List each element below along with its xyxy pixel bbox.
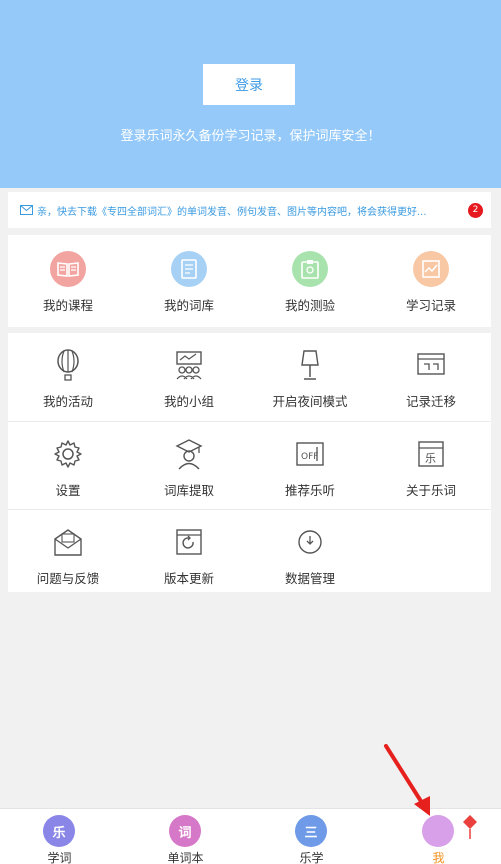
menu-label: 数据管理	[284, 571, 335, 586]
notice-text: 亲，快去下载《专四全部词汇》的单词发音、例句发音、图片等内容吧，将会获得更好..…	[37, 206, 427, 218]
menu-version-update[interactable]: 版本更新	[129, 510, 249, 598]
menu-label: 我的课程	[42, 298, 93, 313]
balloon-icon	[50, 347, 86, 383]
migrate-icon	[413, 347, 449, 383]
menu-label: 开启夜间模式	[272, 394, 348, 409]
svg-text:OFF: OFF	[301, 452, 318, 462]
menu-study-record[interactable]: 学习记录	[371, 237, 491, 325]
menu-feedback[interactable]: 问题与反馈	[8, 510, 128, 598]
feedback-mail-icon	[50, 524, 86, 560]
menu-my-activity[interactable]: 我的活动	[8, 333, 128, 421]
login-tip: 登录乐词永久备份学习记录，保护词库安全！	[120, 129, 381, 144]
book-icon	[50, 251, 86, 287]
menu-label: 版本更新	[163, 571, 214, 586]
update-icon	[171, 524, 207, 560]
gear-icon	[50, 436, 86, 472]
menu-label: 记录迁移	[405, 394, 456, 409]
tab-learn-words[interactable]: 乐 学词	[0, 809, 122, 864]
menu-my-courses[interactable]: 我的课程	[8, 237, 128, 325]
menu-label: 词库提取	[163, 483, 214, 498]
radio-icon: OFF	[292, 436, 328, 472]
learn-icon: 乐	[43, 815, 75, 847]
quiz-icon	[292, 251, 328, 287]
tab-label: 我	[432, 851, 445, 864]
graduate-icon	[171, 436, 207, 472]
menu-about[interactable]: 乐 关于乐词	[371, 422, 491, 510]
notice-bar[interactable]: 亲，快去下载《专四全部词汇》的单词发音、例句发音、图片等内容吧，将会获得更好..…	[8, 192, 491, 228]
menu-settings[interactable]: 设置	[8, 422, 128, 510]
menu-my-quiz[interactable]: 我的测验	[250, 237, 370, 325]
primary-menu-card: 我的课程 我的词库 我的测验 学习记录	[8, 235, 491, 327]
menu-label: 我的小组	[163, 394, 214, 409]
lamp-icon	[292, 347, 328, 383]
data-clock-icon	[292, 524, 328, 560]
me-icon	[422, 815, 454, 847]
wordbook-icon: 词	[169, 815, 201, 847]
svg-text:乐: 乐	[425, 452, 436, 465]
about-icon: 乐	[413, 436, 449, 472]
secondary-menu-card: 我的活动 我的小组 开启夜间模式 记录迁移 设置 词库提取 OFF 推荐乐听 乐…	[8, 333, 491, 592]
menu-label: 学习记录	[405, 298, 456, 313]
tab-fun-learn[interactable]: 三 乐学	[249, 809, 374, 864]
menu-label: 关于乐词	[405, 483, 456, 498]
menu-label: 问题与反馈	[36, 571, 100, 586]
bottom-tab-bar: 乐 学词 词 单词本 三 乐学 我	[0, 808, 501, 864]
menu-record-migrate[interactable]: 记录迁移	[371, 333, 491, 421]
tab-label: 学词	[47, 851, 72, 864]
tab-me[interactable]: 我	[376, 809, 501, 864]
tab-label: 乐学	[299, 851, 324, 864]
menu-my-group[interactable]: 我的小组	[129, 333, 249, 421]
notice-count-badge: 2	[468, 203, 483, 218]
tab-wordbook[interactable]: 词 单词本	[123, 809, 248, 864]
menu-wordbank-extract[interactable]: 词库提取	[129, 422, 249, 510]
menu-label: 我的活动	[42, 394, 93, 409]
menu-label: 我的测验	[284, 298, 335, 313]
wordbank-icon	[171, 251, 207, 287]
menu-data-manage[interactable]: 数据管理	[250, 510, 370, 598]
menu-recommend-listen[interactable]: OFF 推荐乐听	[250, 422, 370, 510]
menu-night-mode[interactable]: 开启夜间模式	[250, 333, 370, 421]
menu-label: 设置	[55, 483, 81, 498]
login-button[interactable]: 登录	[203, 64, 295, 105]
header-banner: 登录 登录乐词永久备份学习记录，保护词库安全！	[0, 0, 501, 188]
menu-my-wordbank[interactable]: 我的词库	[129, 237, 249, 325]
menu-label: 推荐乐听	[284, 483, 335, 498]
record-chart-icon	[413, 251, 449, 287]
menu-label: 我的词库	[163, 298, 214, 313]
fun-learn-icon: 三	[295, 815, 327, 847]
group-icon	[171, 347, 207, 383]
tab-label: 单词本	[167, 851, 204, 864]
mail-icon	[20, 205, 33, 215]
